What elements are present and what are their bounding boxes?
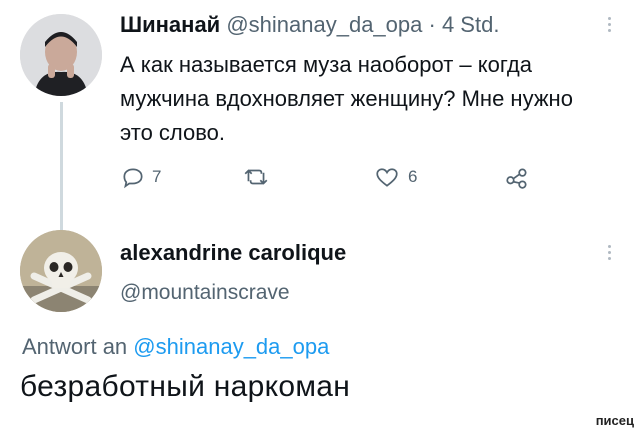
author-avatar[interactable]	[20, 14, 102, 96]
reply-author-avatar[interactable]	[20, 230, 102, 312]
reply-more-options-icon[interactable]	[606, 242, 612, 264]
reply-tweet-text: безработный наркоман	[20, 370, 351, 403]
avatar-image	[20, 14, 102, 96]
reply-mention-link[interactable]: @shinanay_da_opa	[133, 334, 329, 359]
like-button[interactable]: 6	[374, 164, 417, 190]
thread-connector-line	[60, 102, 63, 230]
reply-author-name[interactable]: alexandrine carolique	[120, 240, 346, 266]
share-button[interactable]	[504, 164, 530, 190]
reply-prefix: Antwort an	[22, 334, 128, 359]
like-count: 6	[408, 167, 418, 186]
more-options-icon[interactable]	[606, 14, 612, 36]
reply-count: 7	[152, 167, 162, 186]
retweet-button[interactable]	[242, 164, 270, 190]
tweet-header: Шинанай @shinanay_da_opa · 4 Std.	[120, 12, 499, 38]
reply-button[interactable]: 7	[120, 164, 161, 190]
share-icon	[506, 168, 527, 189]
heart-icon	[376, 168, 398, 187]
author-name[interactable]: Шинанай	[120, 12, 220, 37]
author-handle[interactable]: @shinanay_da_opa	[226, 12, 422, 37]
replying-to: Antwort an @shinanay_da_opa	[22, 334, 329, 360]
tweet-text: А как называется муза наоборот – когда м…	[120, 52, 573, 145]
reply-author-handle[interactable]: @mountainscrave	[120, 281, 290, 305]
retweet-icon	[244, 169, 268, 185]
header-separator: ·	[428, 12, 436, 37]
skull-crossbones-icon	[20, 230, 102, 312]
watermark: писец	[595, 413, 634, 428]
reply-icon	[123, 168, 143, 189]
tweet-timestamp[interactable]: 4 Std.	[442, 12, 499, 37]
tweet-actions: 7 6	[120, 164, 540, 192]
